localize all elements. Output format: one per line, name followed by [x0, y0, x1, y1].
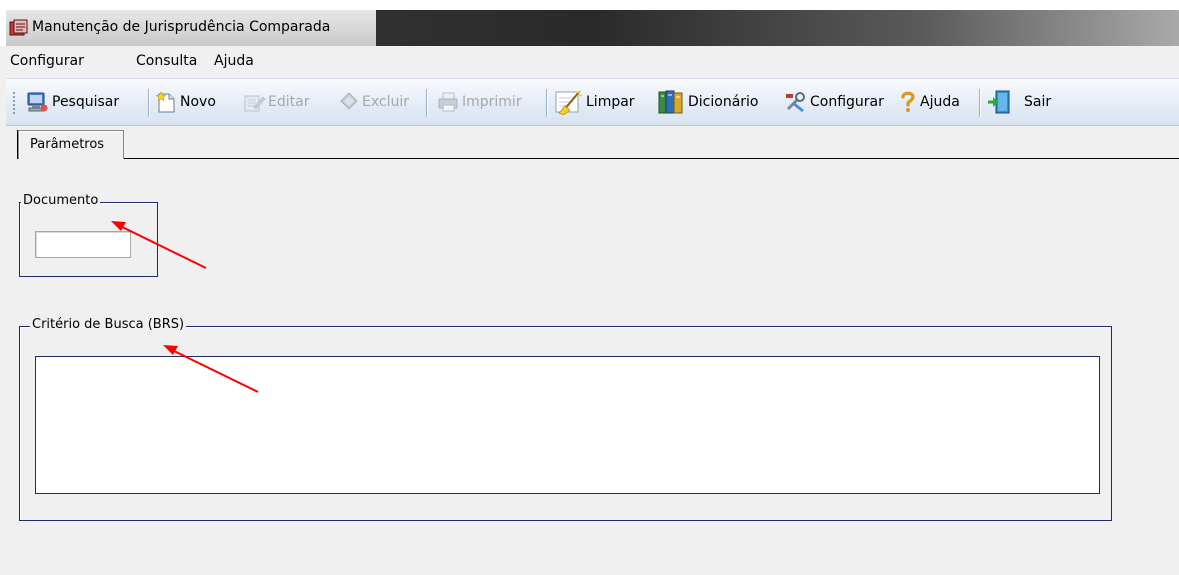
help-button[interactable]: Ajuda: [898, 89, 960, 115]
edit-button[interactable]: Editar: [242, 89, 309, 115]
new-button[interactable]: Novo: [154, 89, 216, 115]
menu-item-configurar[interactable]: Configurar: [10, 53, 84, 69]
new-document-icon: [155, 91, 175, 113]
books-icon: [658, 90, 683, 114]
menu-item-consulta[interactable]: Consulta: [136, 53, 197, 69]
delete-button[interactable]: Excluir: [338, 89, 409, 115]
delete-button-label: Excluir: [362, 94, 409, 110]
new-button-label: Novo: [180, 94, 216, 110]
help-icon: [901, 91, 915, 112]
menu-bar: Configurar Consulta Ajuda: [0, 46, 1179, 76]
menu-item-ajuda[interactable]: Ajuda: [214, 53, 254, 69]
clear-button-label: Limpar: [586, 94, 635, 110]
toolbar-grip[interactable]: [12, 91, 16, 115]
tab-strip-line: [124, 158, 1179, 159]
clear-button[interactable]: Limpar: [554, 89, 635, 115]
print-button[interactable]: Imprimir: [436, 89, 522, 115]
delete-icon: [340, 92, 358, 110]
search-button-label: Pesquisar: [52, 94, 120, 110]
print-button-label: Imprimir: [462, 94, 522, 110]
configure-button[interactable]: Configurar: [784, 89, 884, 115]
broom-icon: [555, 90, 583, 115]
search-button[interactable]: Pesquisar: [26, 89, 119, 115]
window-titlebar: Manutenção de Jurisprudência Comparada: [0, 0, 1179, 46]
toolbar-separator: [546, 89, 547, 117]
exit-button-label: Sair: [1024, 94, 1052, 110]
document-input[interactable]: [35, 231, 131, 258]
search-criteria-group-label: Critério de Busca (BRS): [30, 317, 187, 332]
edit-icon: [244, 95, 266, 112]
dictionary-button-label: Dicionário: [688, 94, 759, 110]
tab-parametros[interactable]: Parâmetros: [18, 130, 124, 159]
search-icon: [27, 92, 48, 112]
help-button-label: Ajuda: [920, 94, 960, 110]
toolbar-separator: [426, 89, 427, 117]
document-group-label: Documento: [21, 193, 101, 208]
tools-icon: [786, 92, 805, 113]
window-title: Manutenção de Jurisprudência Comparada: [32, 19, 331, 35]
printer-icon: [438, 92, 458, 112]
search-criteria-textarea[interactable]: [35, 356, 1100, 494]
toolbar-separator: [979, 89, 980, 117]
exit-door-icon: [988, 90, 1010, 114]
tab-label: Parâmetros: [30, 137, 105, 152]
app-icon: [9, 19, 28, 36]
dictionary-button[interactable]: Dicionário: [656, 89, 759, 115]
toolbar: Pesquisar Novo Editar Excluir Imprimir L…: [6, 78, 1179, 126]
exit-button[interactable]: Sair: [986, 89, 1051, 115]
configure-button-label: Configurar: [810, 94, 884, 110]
edit-button-label: Editar: [268, 94, 310, 110]
toolbar-separator: [148, 89, 149, 117]
